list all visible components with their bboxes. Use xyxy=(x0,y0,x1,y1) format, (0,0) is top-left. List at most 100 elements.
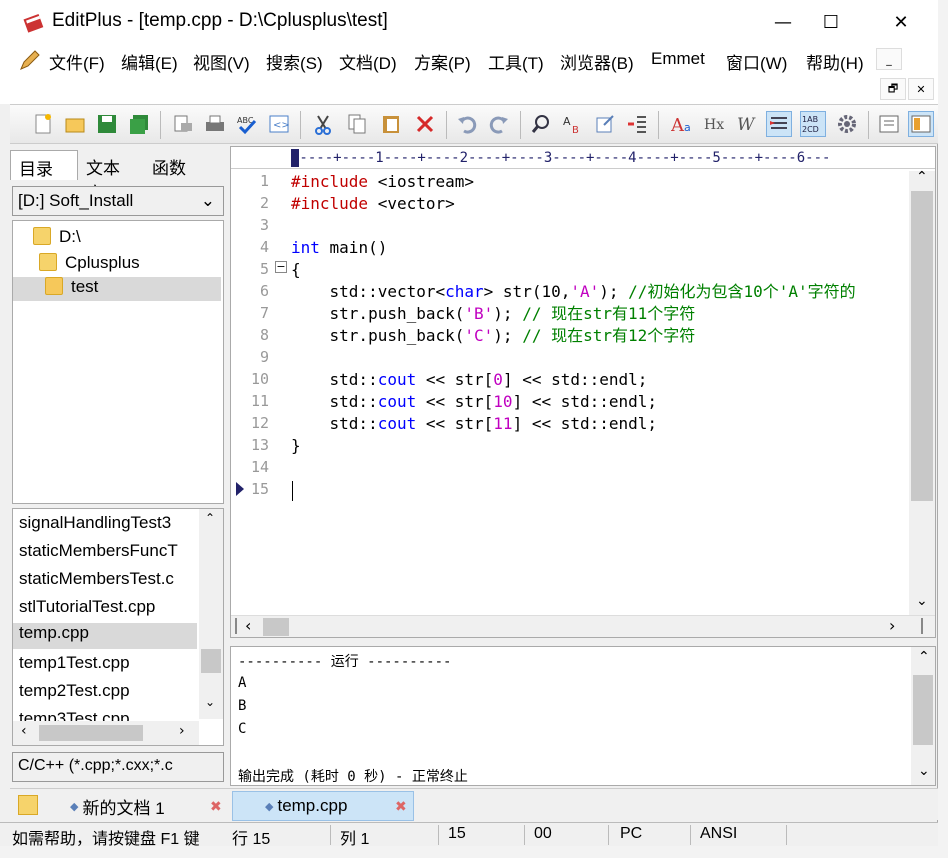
chevron-down-icon[interactable]: ⌄ xyxy=(205,695,215,709)
cut-icon[interactable] xyxy=(310,111,336,137)
code-area[interactable]: #include <iostream> #include <vector> in… xyxy=(291,171,909,611)
print-preview-icon[interactable] xyxy=(170,111,196,137)
new-file-icon[interactable] xyxy=(30,111,56,137)
html-toolbar-icon[interactable]: <> xyxy=(266,111,292,137)
drive-select[interactable]: [D:] Soft_Install ⌄ xyxy=(12,186,224,216)
scrollbar-thumb[interactable] xyxy=(39,725,143,741)
folder-icon xyxy=(39,253,57,271)
menu-window[interactable]: 窗口(W) xyxy=(726,49,787,74)
tab-new-document[interactable]: ◆ 新的文档 1 ✖ xyxy=(70,791,230,821)
scrollbar-thumb[interactable] xyxy=(201,649,221,673)
list-item-selected[interactable]: temp.cpp xyxy=(13,623,197,649)
menu-search[interactable]: 搜索(S) xyxy=(266,49,323,74)
list-item[interactable]: signalHandlingTest3 xyxy=(19,513,171,539)
undo-icon[interactable] xyxy=(454,111,480,137)
word-wrap-w-icon[interactable]: W xyxy=(734,111,760,137)
chevron-up-icon[interactable]: ⌃ xyxy=(916,169,928,185)
directory-window-icon[interactable] xyxy=(876,111,902,137)
chevron-left-icon[interactable]: ‹ xyxy=(21,723,27,739)
list-item[interactable]: stlTutorialTest.cpp xyxy=(19,597,155,623)
list-item[interactable]: staticMembersFuncT xyxy=(19,541,178,567)
menu-tools[interactable]: 工具(T) xyxy=(488,49,544,74)
fold-toggle-icon[interactable]: − xyxy=(275,261,287,273)
list-item[interactable]: temp1Test.cpp xyxy=(19,653,130,679)
editor-hscrollbar[interactable]: ‹ › xyxy=(231,615,935,637)
tab-functions[interactable]: 函数 xyxy=(144,150,210,180)
file-list-scrollbar[interactable]: ⌃ ⌄ xyxy=(199,509,223,719)
goto-icon[interactable] xyxy=(592,111,618,137)
chevron-right-icon[interactable]: › xyxy=(179,723,185,739)
output-window: ---------- 运行 ---------- A B C 输出完成 (耗时 … xyxy=(230,646,936,786)
folder-icon[interactable] xyxy=(18,795,38,815)
chevron-up-icon[interactable]: ⌃ xyxy=(205,511,215,525)
open-folder-icon[interactable] xyxy=(62,111,88,137)
tab-temp-cpp[interactable]: ◆ temp.cpp ✖ xyxy=(232,791,414,821)
menu-file[interactable]: 文件(F) xyxy=(49,49,105,74)
copy-icon[interactable] xyxy=(344,111,370,137)
menu-document[interactable]: 文档(D) xyxy=(339,49,397,74)
svg-text:Hx: Hx xyxy=(704,117,724,133)
output-window-icon[interactable] xyxy=(908,111,934,137)
chevron-right-icon[interactable]: › xyxy=(889,616,895,635)
document-tabs: ◆ 新的文档 1 ✖ ◆ temp.cpp ✖ xyxy=(10,788,938,821)
close-button[interactable]: ✕ xyxy=(878,6,924,38)
scrollbar-thumb[interactable] xyxy=(913,675,933,745)
save-icon[interactable] xyxy=(94,111,120,137)
save-all-icon[interactable] xyxy=(126,111,152,137)
word-wrap-icon[interactable] xyxy=(766,111,792,137)
mdi-restore-button[interactable]: 🗗 xyxy=(880,78,906,100)
chevron-left-icon[interactable]: ‹ xyxy=(245,616,251,635)
status-separator xyxy=(608,825,609,845)
tree-item-test[interactable]: test xyxy=(13,277,221,301)
status-separator xyxy=(690,825,691,845)
menu-emmet[interactable]: Emmet xyxy=(651,49,705,69)
menu-help[interactable]: 帮助(H) xyxy=(806,49,864,74)
minimize-button[interactable]: — xyxy=(760,6,806,38)
list-item[interactable]: temp2Test.cpp xyxy=(19,681,130,707)
window-title: EditPlus - [temp.cpp - D:\Cplusplus\test… xyxy=(52,10,388,31)
chevron-down-icon[interactable]: ⌄ xyxy=(916,593,928,609)
paste-icon[interactable] xyxy=(378,111,404,137)
line-number-icon[interactable]: 1AB 2CD xyxy=(800,111,826,137)
find-icon[interactable] xyxy=(528,111,554,137)
open-folder-icon xyxy=(45,277,63,295)
tab-directory[interactable]: 目录 xyxy=(10,150,78,180)
list-item[interactable]: staticMembersTest.c xyxy=(19,569,174,595)
menu-project[interactable]: 方案(P) xyxy=(414,49,471,74)
scrollbar-thumb[interactable] xyxy=(263,618,289,636)
close-tab-icon[interactable]: ✖ xyxy=(210,798,222,815)
code-line: { xyxy=(291,260,301,279)
scrollbar-thumb[interactable] xyxy=(911,191,933,501)
menu-browser[interactable]: 浏览器(B) xyxy=(560,49,634,74)
tree-item-drive[interactable]: D:\ xyxy=(33,227,81,251)
print-icon[interactable] xyxy=(202,111,228,137)
file-list-hscrollbar[interactable]: ‹ › xyxy=(13,721,199,745)
editor-vscrollbar[interactable]: ⌃ ⌄ xyxy=(909,169,935,615)
mdi-controls: 🗗 ✕ xyxy=(0,76,938,104)
status-line-ending: PC xyxy=(620,825,643,842)
gear-icon[interactable] xyxy=(834,111,860,137)
mdi-minimize-button[interactable]: _ xyxy=(876,48,902,70)
maximize-button[interactable]: ☐ xyxy=(808,6,854,38)
spell-check-icon[interactable]: ABC xyxy=(234,111,260,137)
chevron-down-icon[interactable]: ⌄ xyxy=(918,763,930,779)
hex-view-icon[interactable]: Hx xyxy=(702,111,728,137)
split-handle[interactable] xyxy=(235,618,237,634)
delete-icon[interactable] xyxy=(412,111,438,137)
font-icon[interactable]: Aa xyxy=(670,111,696,137)
tree-item-cplusplus[interactable]: Cplusplus xyxy=(39,253,140,277)
menu-view[interactable]: 视图(V) xyxy=(193,49,250,74)
redo-icon[interactable] xyxy=(486,111,512,137)
indent-icon[interactable] xyxy=(624,111,650,137)
menu-edit[interactable]: 编辑(E) xyxy=(121,49,178,74)
split-handle[interactable] xyxy=(921,618,923,634)
replace-icon[interactable]: AB xyxy=(560,111,586,137)
directory-tree: D:\ Cplusplus test xyxy=(12,220,224,504)
close-tab-icon[interactable]: ✖ xyxy=(395,798,407,815)
chevron-up-icon[interactable]: ⌃ xyxy=(918,649,930,665)
output-scrollbar[interactable]: ⌃ ⌄ xyxy=(911,647,935,785)
tab-cliptext[interactable]: 文本库 xyxy=(78,150,144,203)
file-filter-select[interactable]: C/C++ (*.cpp;*.cxx;*.c xyxy=(12,752,224,782)
code-editor[interactable]: -----+----1----+----2----+----3----+----… xyxy=(230,146,936,638)
mdi-close-button[interactable]: ✕ xyxy=(908,78,934,100)
